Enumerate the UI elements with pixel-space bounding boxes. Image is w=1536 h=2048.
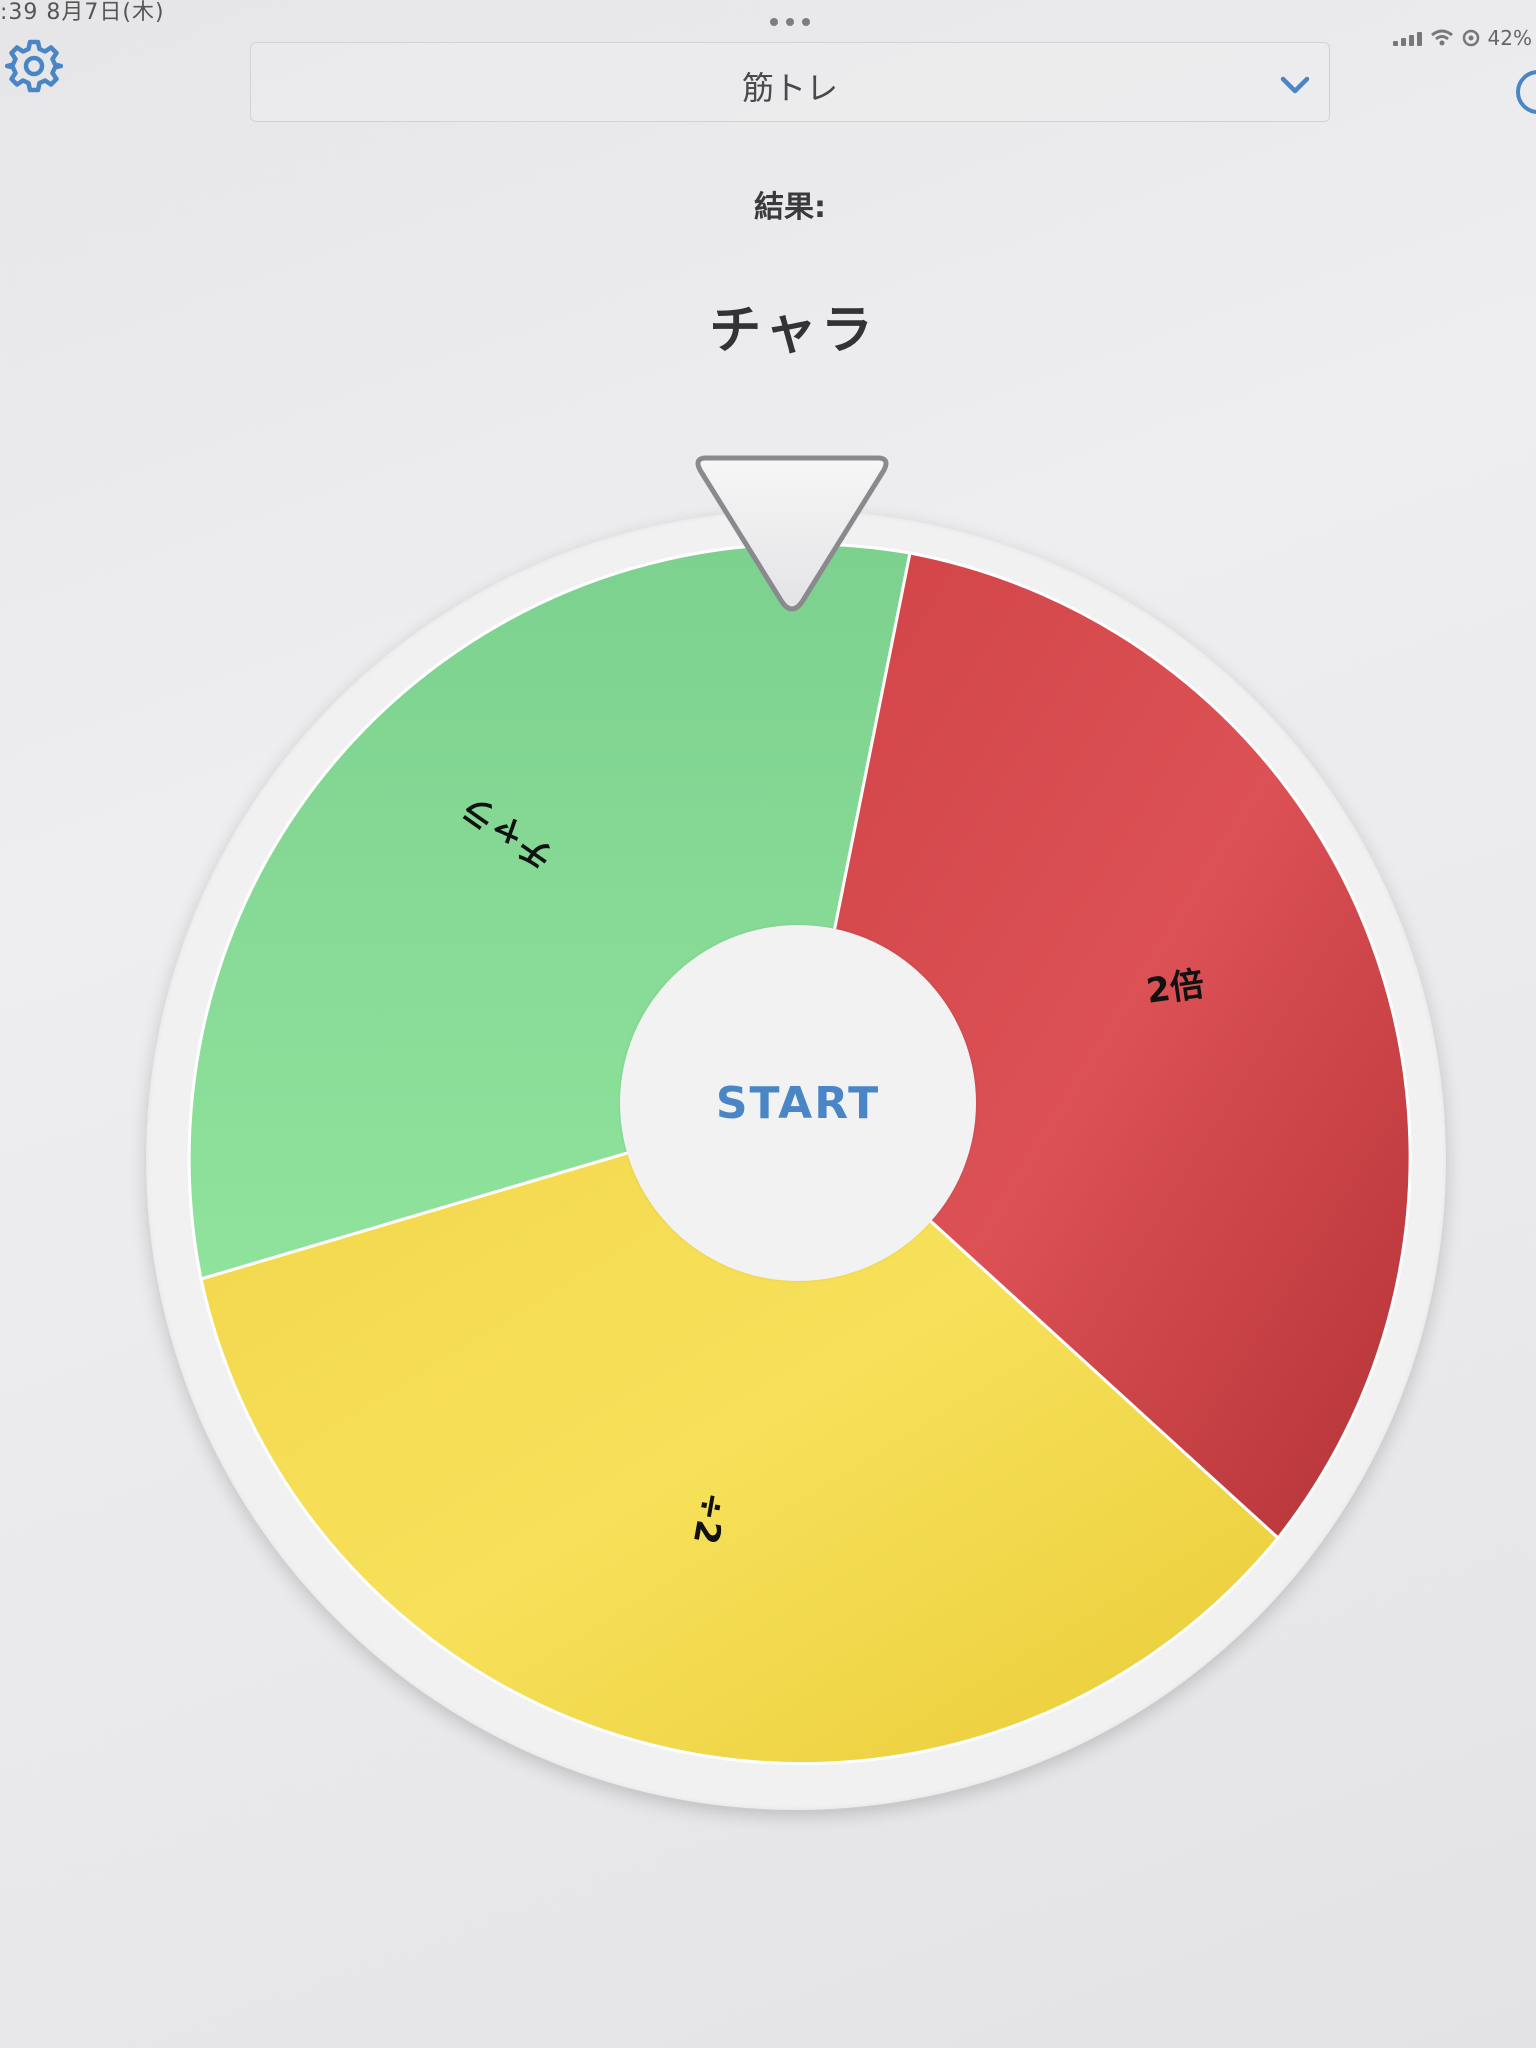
category-selector[interactable]: 筋トレ bbox=[250, 42, 1330, 122]
cellular-signal-icon bbox=[1392, 30, 1422, 46]
wheel-pointer-icon bbox=[695, 455, 889, 612]
wheel-label-2x: 2倍 bbox=[1143, 964, 1207, 1012]
status-indicators: 42% bbox=[1392, 26, 1532, 50]
status-time-date: :39 8月7日(木) bbox=[0, 0, 165, 25]
category-selector-value: 筋トレ bbox=[741, 69, 838, 107]
result-value: チャラ bbox=[709, 301, 877, 361]
result-heading: 結果: bbox=[754, 190, 826, 225]
location-lock-icon bbox=[1462, 29, 1479, 47]
settings-button[interactable] bbox=[4, 36, 64, 96]
wifi-icon bbox=[1430, 29, 1453, 46]
start-button[interactable]: START bbox=[620, 925, 976, 1281]
add-button-partial[interactable] bbox=[1516, 70, 1536, 114]
gear-icon bbox=[5, 39, 63, 93]
battery-percentage: 42% bbox=[1487, 26, 1532, 50]
multitasking-dots[interactable] bbox=[770, 18, 810, 26]
chevron-down-icon bbox=[1280, 76, 1310, 94]
